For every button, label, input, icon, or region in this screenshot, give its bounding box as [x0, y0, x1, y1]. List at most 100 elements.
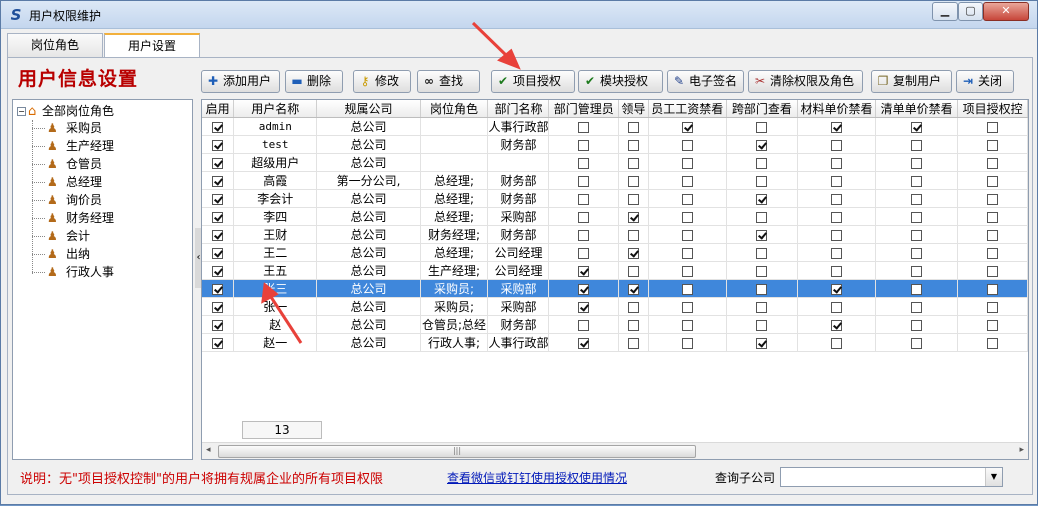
close-button[interactable]: ✕: [983, 2, 1029, 21]
dept-admin-checkbox[interactable]: [578, 337, 590, 349]
cell-check[interactable]: [648, 171, 727, 190]
table-row[interactable]: 王五 总公司 生产经理; 公司经理: [202, 261, 1028, 280]
cell-check[interactable]: [548, 135, 620, 154]
cross-dept-checkbox[interactable]: [756, 175, 768, 187]
cell-enabled[interactable]: [202, 189, 235, 208]
cell-dept[interactable]: 财务部: [487, 189, 550, 208]
table-row[interactable]: admin 总公司 人事行政部: [202, 117, 1028, 136]
tree-item[interactable]: ♟ 仓管员: [47, 155, 102, 173]
dept-admin-checkbox[interactable]: [578, 229, 590, 241]
cell-check[interactable]: [957, 207, 1028, 226]
table-row[interactable]: 李四 总公司 总经理; 采购部: [202, 207, 1028, 226]
column-header[interactable]: 领导: [618, 100, 649, 118]
cell-check[interactable]: [875, 261, 959, 280]
cell-user-name[interactable]: 王二: [233, 243, 318, 262]
cell-user-name[interactable]: admin: [233, 117, 318, 136]
enabled-checkbox[interactable]: [212, 283, 224, 295]
cell-check[interactable]: [618, 297, 649, 316]
salary-hidden-checkbox[interactable]: [681, 139, 693, 151]
cell-check[interactable]: [875, 315, 959, 334]
dept-admin-checkbox[interactable]: [578, 157, 590, 169]
project-auth-checkbox[interactable]: [987, 301, 999, 313]
collapse-icon[interactable]: −: [17, 107, 26, 116]
tree-item[interactable]: ♟ 生产经理: [47, 137, 114, 155]
cell-enabled[interactable]: [202, 333, 235, 352]
cell-check[interactable]: [648, 207, 727, 226]
cell-check[interactable]: [726, 279, 799, 298]
material-price-hidden-checkbox[interactable]: [830, 283, 842, 295]
cross-dept-checkbox[interactable]: [756, 265, 768, 277]
cell-check[interactable]: [548, 171, 620, 190]
enabled-checkbox[interactable]: [212, 265, 224, 277]
cross-dept-checkbox[interactable]: [756, 139, 768, 151]
cell-check[interactable]: [726, 225, 799, 244]
role-tree[interactable]: − ⌂ 全部岗位角色 ♟ 采购员 ♟ 生产经理 ♟ 仓管员 ♟ 总经理 ♟ 询价员 ♟ 财务经理 ♟ 会计 ♟ 出…: [12, 99, 193, 460]
toolbar-button-2[interactable]: ⚷ 修改: [353, 70, 411, 93]
toolbar-button-5[interactable]: ✔ 模块授权: [578, 70, 663, 93]
cell-check[interactable]: [957, 171, 1028, 190]
table-row[interactable]: 赵一 总公司 行政人事; 人事行政部: [202, 333, 1028, 352]
project-auth-checkbox[interactable]: [987, 121, 999, 133]
tree-item[interactable]: ♟ 财务经理: [47, 209, 114, 227]
project-auth-checkbox[interactable]: [987, 319, 999, 331]
cell-check[interactable]: [875, 243, 959, 262]
dept-admin-checkbox[interactable]: [578, 193, 590, 205]
cell-dept[interactable]: 采购部: [487, 207, 550, 226]
cell-check[interactable]: [548, 225, 620, 244]
toolbar-button-8[interactable]: ❐ 复制用户: [871, 70, 952, 93]
list-price-hidden-checkbox[interactable]: [911, 211, 923, 223]
minimize-button[interactable]: ▁: [932, 2, 958, 21]
cell-company[interactable]: 总公司: [316, 153, 421, 172]
tree-item[interactable]: ♟ 行政人事: [47, 263, 114, 281]
project-auth-checkbox[interactable]: [987, 283, 999, 295]
cell-user-name[interactable]: 超级用户: [233, 153, 318, 172]
cell-check[interactable]: [957, 333, 1028, 352]
cell-user-name[interactable]: 王财: [233, 225, 318, 244]
cell-check[interactable]: [548, 279, 620, 298]
cell-enabled[interactable]: [202, 225, 235, 244]
enabled-checkbox[interactable]: [212, 229, 224, 241]
cell-company[interactable]: 总公司: [316, 315, 421, 334]
cell-check[interactable]: [618, 189, 649, 208]
cell-enabled[interactable]: [202, 279, 235, 298]
cell-user-name[interactable]: 李会计: [233, 189, 318, 208]
maximize-button[interactable]: ▢: [958, 2, 983, 21]
dept-admin-checkbox[interactable]: [578, 121, 590, 133]
cell-enabled[interactable]: [202, 171, 235, 190]
column-header[interactable]: 规属公司: [316, 100, 421, 118]
cell-check[interactable]: [548, 333, 620, 352]
enabled-checkbox[interactable]: [212, 211, 224, 223]
cell-check[interactable]: [648, 243, 727, 262]
column-header[interactable]: 岗位角色: [420, 100, 489, 118]
leader-checkbox[interactable]: [627, 139, 639, 151]
cell-user-name[interactable]: 王五: [233, 261, 318, 280]
cell-check[interactable]: [648, 225, 727, 244]
cell-role[interactable]: 仓管员;总经: [420, 315, 489, 334]
cell-role[interactable]: [420, 135, 489, 154]
cross-dept-checkbox[interactable]: [756, 229, 768, 241]
cell-check[interactable]: [618, 171, 649, 190]
cell-company[interactable]: 总公司: [316, 225, 421, 244]
cell-check[interactable]: [548, 117, 620, 136]
cell-role[interactable]: 采购员;: [420, 279, 489, 298]
cell-check[interactable]: [648, 153, 727, 172]
list-price-hidden-checkbox[interactable]: [911, 193, 923, 205]
cell-check[interactable]: [875, 135, 959, 154]
authorization-usage-link[interactable]: 查看微信或钉钉使用授权使用情况: [447, 469, 627, 486]
cell-dept[interactable]: 财务部: [487, 315, 550, 334]
cell-check[interactable]: [726, 207, 799, 226]
dept-admin-checkbox[interactable]: [578, 301, 590, 313]
project-auth-checkbox[interactable]: [987, 337, 999, 349]
cell-check[interactable]: [797, 189, 876, 208]
cell-check[interactable]: [797, 261, 876, 280]
cell-check[interactable]: [726, 261, 799, 280]
cell-check[interactable]: [726, 189, 799, 208]
cell-check[interactable]: [957, 243, 1028, 262]
cell-role[interactable]: 采购员;: [420, 297, 489, 316]
cell-check[interactable]: [618, 333, 649, 352]
enabled-checkbox[interactable]: [212, 193, 224, 205]
cell-check[interactable]: [618, 207, 649, 226]
column-header[interactable]: 部门管理员: [548, 100, 620, 118]
project-auth-checkbox[interactable]: [987, 265, 999, 277]
table-row[interactable]: 张一 总公司 采购员; 采购部: [202, 297, 1028, 316]
